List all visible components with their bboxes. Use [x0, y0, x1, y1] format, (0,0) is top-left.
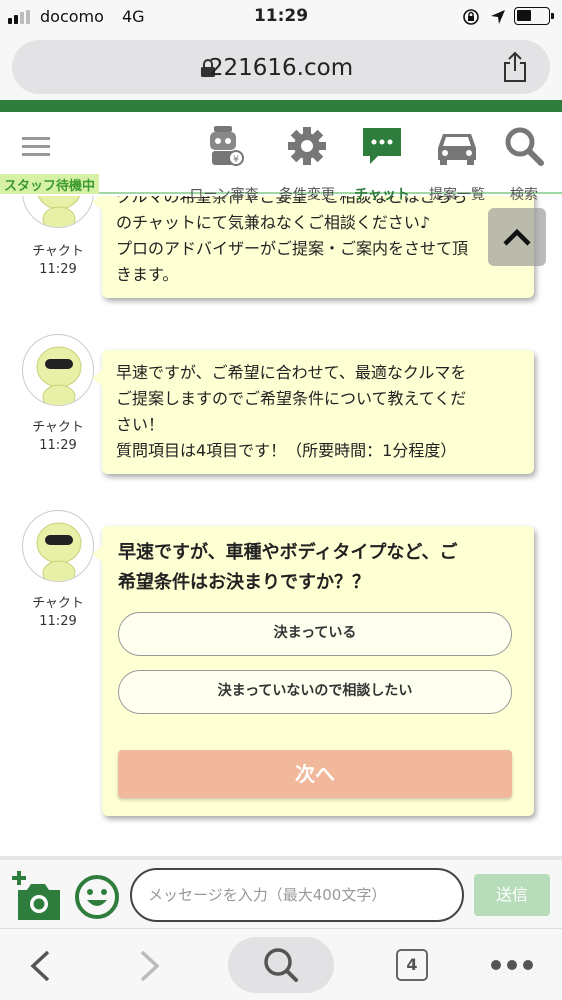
robot-avatar-icon [36, 346, 82, 405]
orientation-lock-icon [463, 9, 479, 25]
loan-robot-icon: ¥ [210, 126, 244, 166]
message-line: 早速ですが、ご希望に合わせて、最適なクルマを [116, 363, 467, 382]
nav-label: 検索 [510, 187, 538, 203]
message-line: 質問項目は4項目です！（所要時間：1分程度） [116, 441, 457, 460]
scroll-to-top-button[interactable] [488, 208, 546, 266]
tabs-button[interactable]: 4 [396, 949, 428, 981]
sender-name: チャクト [32, 596, 84, 611]
nav-search[interactable]: 検索 [484, 124, 562, 203]
nav-chat[interactable]: チャット [342, 124, 422, 203]
robot-avatar-icon [36, 522, 82, 581]
message-time: 11:29 [39, 262, 77, 277]
emoji-icon[interactable] [74, 874, 120, 920]
message-input[interactable]: メッセージを入力（最大400文字） [130, 868, 464, 922]
message-line: プロのアドバイザーがご提案・ご案内をさせて頂 [116, 239, 469, 258]
message-time: 11:29 [39, 438, 77, 453]
address-bar[interactable]: 221616.com [12, 40, 550, 94]
more-icon[interactable] [490, 959, 534, 971]
back-icon[interactable] [28, 949, 52, 983]
message-line: きます。 [116, 265, 179, 284]
nav-label: 条件変更 [279, 187, 335, 203]
status-bar: docomo 4G 11:29 [0, 0, 562, 34]
staff-status-badge: スタッフ待機中 [0, 174, 100, 194]
option-undecided-button[interactable]: 決まっていないので相談したい [118, 670, 512, 714]
chat-bubble: クルマの希望条件やご要望・ご相談などはこちら のチャットにて気兼ねなくご相談くだ… [92, 196, 534, 298]
chat-area: チャクト 11:29 クルマの希望条件やご要望・ご相談などはこちら のチャットに… [0, 196, 562, 856]
search-button[interactable] [228, 937, 334, 993]
location-icon [491, 10, 505, 24]
question-line: 早速ですが、車種やボディタイプなど、ご [118, 542, 458, 563]
chevron-up-icon [503, 228, 531, 246]
search-icon [264, 948, 298, 982]
message-line: ご提案しますのでご希望条件について教えてくだ [116, 389, 467, 408]
avatar [22, 334, 94, 406]
gear-icon [288, 127, 326, 165]
forward-icon[interactable] [138, 949, 162, 983]
nav-condition-change[interactable]: 条件変更 [267, 124, 347, 203]
share-icon[interactable] [502, 51, 528, 83]
question-line: 希望条件はお決まりですか？？ [118, 572, 370, 593]
avatar [22, 510, 94, 582]
site-top-bar [0, 100, 562, 112]
message-line: のチャットにて気兼ねなくご相談ください♪ [116, 213, 431, 232]
hamburger-menu-icon[interactable] [22, 136, 50, 158]
camera-add-icon[interactable] [10, 870, 62, 922]
svg-text:¥: ¥ [233, 155, 239, 165]
message-line: さい！ [116, 415, 165, 434]
battery-icon [514, 7, 554, 25]
message-input-bar: メッセージを入力（最大400文字） 送信 [0, 856, 562, 928]
nav-label: ローン審査 [189, 187, 259, 203]
browser-address-area: 221616.com [0, 34, 562, 100]
url-text: 221616.com [208, 55, 354, 81]
chat-icon [363, 128, 401, 164]
sender-name: チャクト [32, 244, 84, 259]
avatar [22, 196, 94, 228]
site-header: スタッフ待機中 ¥ ローン審査 条件変更 チャット 提案一覧 検索 [0, 112, 562, 203]
option-decided-button[interactable]: 決まっている [118, 612, 512, 656]
chat-bubble: 早速ですが、ご希望に合わせて、最適なクルマを ご提案しますのでご希望条件について… [92, 350, 534, 474]
browser-toolbar: 4 [0, 928, 562, 1000]
message-time: 11:29 [39, 614, 77, 629]
sender-name: チャクト [32, 420, 84, 435]
car-icon [438, 134, 476, 165]
nav-loan-review[interactable]: ¥ ローン審査 [184, 124, 264, 203]
robot-avatar-icon [37, 196, 81, 227]
next-button[interactable]: 次へ [118, 750, 512, 798]
send-button[interactable]: 送信 [474, 874, 550, 916]
nav-label: チャット [354, 187, 410, 203]
search-icon [505, 127, 544, 166]
question-bubble: 早速ですが、車種やボディタイプなど、ご 希望条件はお決まりですか？？ 決まってい… [92, 526, 534, 816]
